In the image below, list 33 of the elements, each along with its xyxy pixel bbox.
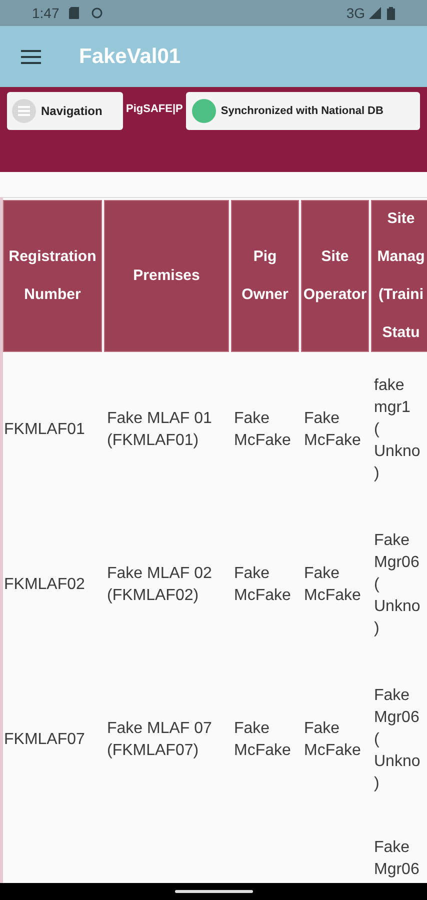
owner-cell-text: Fake McFake (234, 718, 292, 760)
signal-icon (369, 7, 381, 19)
manager-cell-text: Fake Mgr06 (374, 838, 420, 880)
brand-text: PigSAFE|P (126, 102, 183, 117)
owner-cell-text: Fake McFake (234, 564, 292, 606)
column-header: Site Operator (301, 200, 369, 352)
battery-icon (387, 6, 395, 20)
registration-cell-text: FKMLAF01 (4, 420, 86, 440)
app-title: FakeVal01 (79, 44, 181, 70)
registration-cell-text: FKMLAF07 (4, 730, 86, 750)
premises-cell-text: Fake MLAF 02 (FKMLAF02) (107, 564, 213, 606)
operator-cell-text: Fake McFake (304, 408, 362, 450)
manager-cell-text: Fake Mgr06 ( Unkno ) (374, 686, 422, 794)
menu-icon (12, 99, 36, 123)
manager-cell-text: Fake Mgr06 ( Unkno ) (374, 530, 422, 638)
network-type: 3G (346, 4, 365, 22)
sd-card-icon (69, 7, 80, 19)
operator-cell-text: Fake McFake (304, 564, 362, 606)
registration-cell-text: FKMLAF02 (4, 574, 86, 594)
home-handle[interactable] (174, 890, 252, 893)
menu-icon[interactable] (21, 50, 41, 64)
manager-cell-text: fake mgr1 ( Unkno ) (374, 376, 422, 484)
column-header: Site Manag (Traini Statu (371, 200, 427, 352)
column-header: Pig Owner (231, 200, 299, 352)
premises-cell-text: Fake MLAF 07 (FKMLAF07) (107, 718, 213, 760)
column-header: Premises (104, 200, 229, 352)
navigation-button[interactable]: Navigation (7, 92, 123, 130)
column-header: Registration Number (3, 200, 102, 352)
owner-cell-text: Fake McFake (234, 408, 292, 450)
premises-cell-text: Fake MLAF 01 (FKMLAF01) (107, 408, 213, 450)
sync-status-label: Synchronized with National DB (220, 104, 384, 119)
status-time: 1:47 (32, 4, 60, 22)
operator-cell-text: Fake McFake (304, 718, 362, 760)
